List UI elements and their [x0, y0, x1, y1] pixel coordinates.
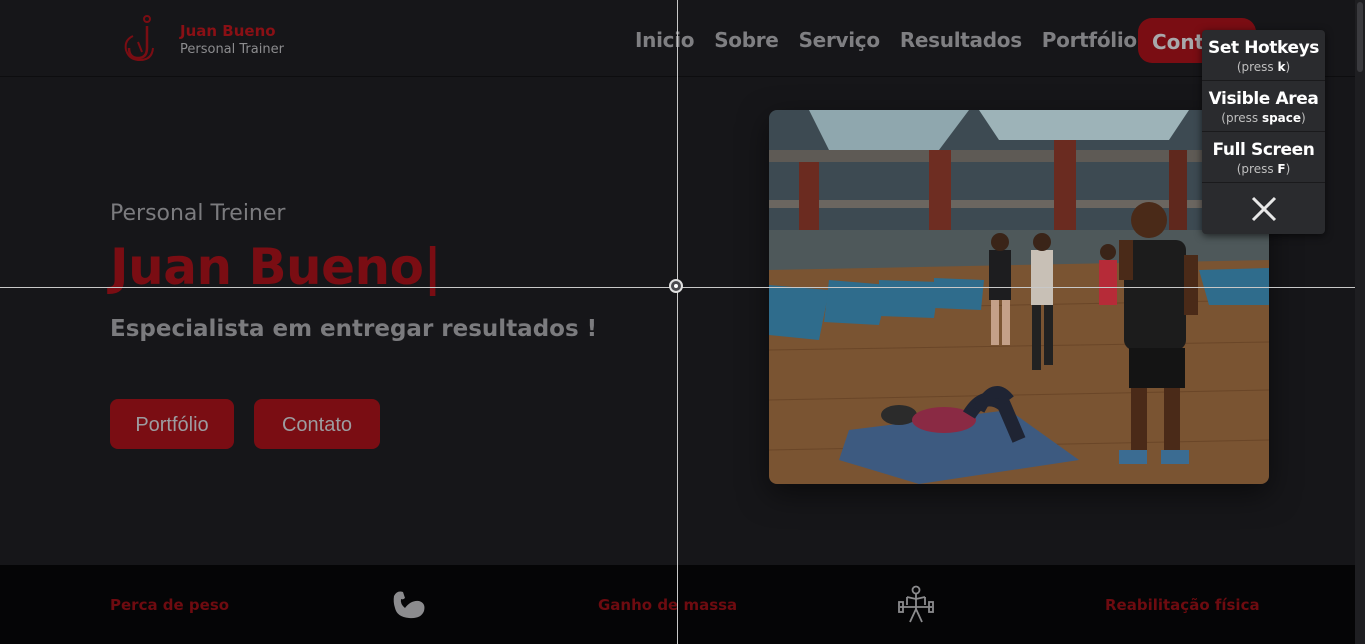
- full-screen-button[interactable]: Full Screen (press F): [1202, 132, 1325, 183]
- visible-area-button[interactable]: Visible Area (press space): [1202, 81, 1325, 132]
- logo-icon[interactable]: [120, 14, 162, 62]
- hint-prefix: (press: [1236, 60, 1278, 74]
- set-hotkeys-button[interactable]: Set Hotkeys (press k): [1202, 30, 1325, 81]
- visible-area-hint: (press space): [1202, 111, 1325, 125]
- scrollbar-thumb[interactable]: [1357, 2, 1363, 72]
- hint-prefix: (press: [1236, 162, 1278, 176]
- contact-button[interactable]: Contato: [254, 399, 380, 449]
- page-scrollbar[interactable]: [1355, 0, 1365, 644]
- hero-photo: [769, 110, 1269, 484]
- hint-suffix: ): [1301, 111, 1306, 125]
- nav-item-servico[interactable]: Serviço: [799, 28, 881, 52]
- set-hotkeys-label: Set Hotkeys: [1207, 38, 1320, 58]
- portfolio-button[interactable]: Portfólio: [110, 399, 234, 449]
- service-muscle-gain[interactable]: Ganho de massa: [598, 596, 737, 614]
- nav-item-portfolio[interactable]: Portfólio: [1042, 28, 1137, 52]
- close-icon: [1251, 196, 1276, 221]
- crosshair-vertical-line: [677, 0, 678, 644]
- close-button[interactable]: [1202, 183, 1325, 234]
- hint-prefix: (press: [1221, 111, 1262, 125]
- crosshair-center-icon[interactable]: [669, 279, 683, 293]
- bicep-icon: [393, 591, 425, 619]
- full-screen-hint: (press F): [1202, 162, 1325, 176]
- full-screen-label: Full Screen: [1212, 140, 1315, 160]
- hero-eyebrow: Personal Treiner: [110, 201, 286, 226]
- nav-item-inicio[interactable]: Inicio: [635, 28, 694, 52]
- hero-subtitle: Especialista em entregar resultados !: [110, 316, 598, 342]
- nav-item-resultados[interactable]: Resultados: [900, 28, 1022, 52]
- brand-subtitle: Personal Trainer: [180, 42, 284, 57]
- main-nav: Inicio Sobre Serviço Resultados Portfóli…: [635, 28, 1137, 52]
- nav-item-sobre[interactable]: Sobre: [714, 28, 779, 52]
- weightlifter-icon: [898, 585, 934, 623]
- service-weight-loss[interactable]: Perca de peso: [110, 596, 229, 614]
- service-rehabilitation[interactable]: Reabilitação física: [1105, 596, 1260, 614]
- hint-suffix: ): [1285, 162, 1291, 176]
- capture-tool-panel: Set Hotkeys (press k) Visible Area (pres…: [1202, 30, 1325, 234]
- brand-name: Juan Bueno: [180, 22, 276, 40]
- hint-key: space: [1261, 111, 1302, 125]
- set-hotkeys-hint: (press k): [1202, 60, 1325, 74]
- hint-key: F: [1277, 162, 1286, 176]
- hint-suffix: ): [1285, 60, 1291, 74]
- visible-area-label: Visible Area: [1208, 89, 1319, 109]
